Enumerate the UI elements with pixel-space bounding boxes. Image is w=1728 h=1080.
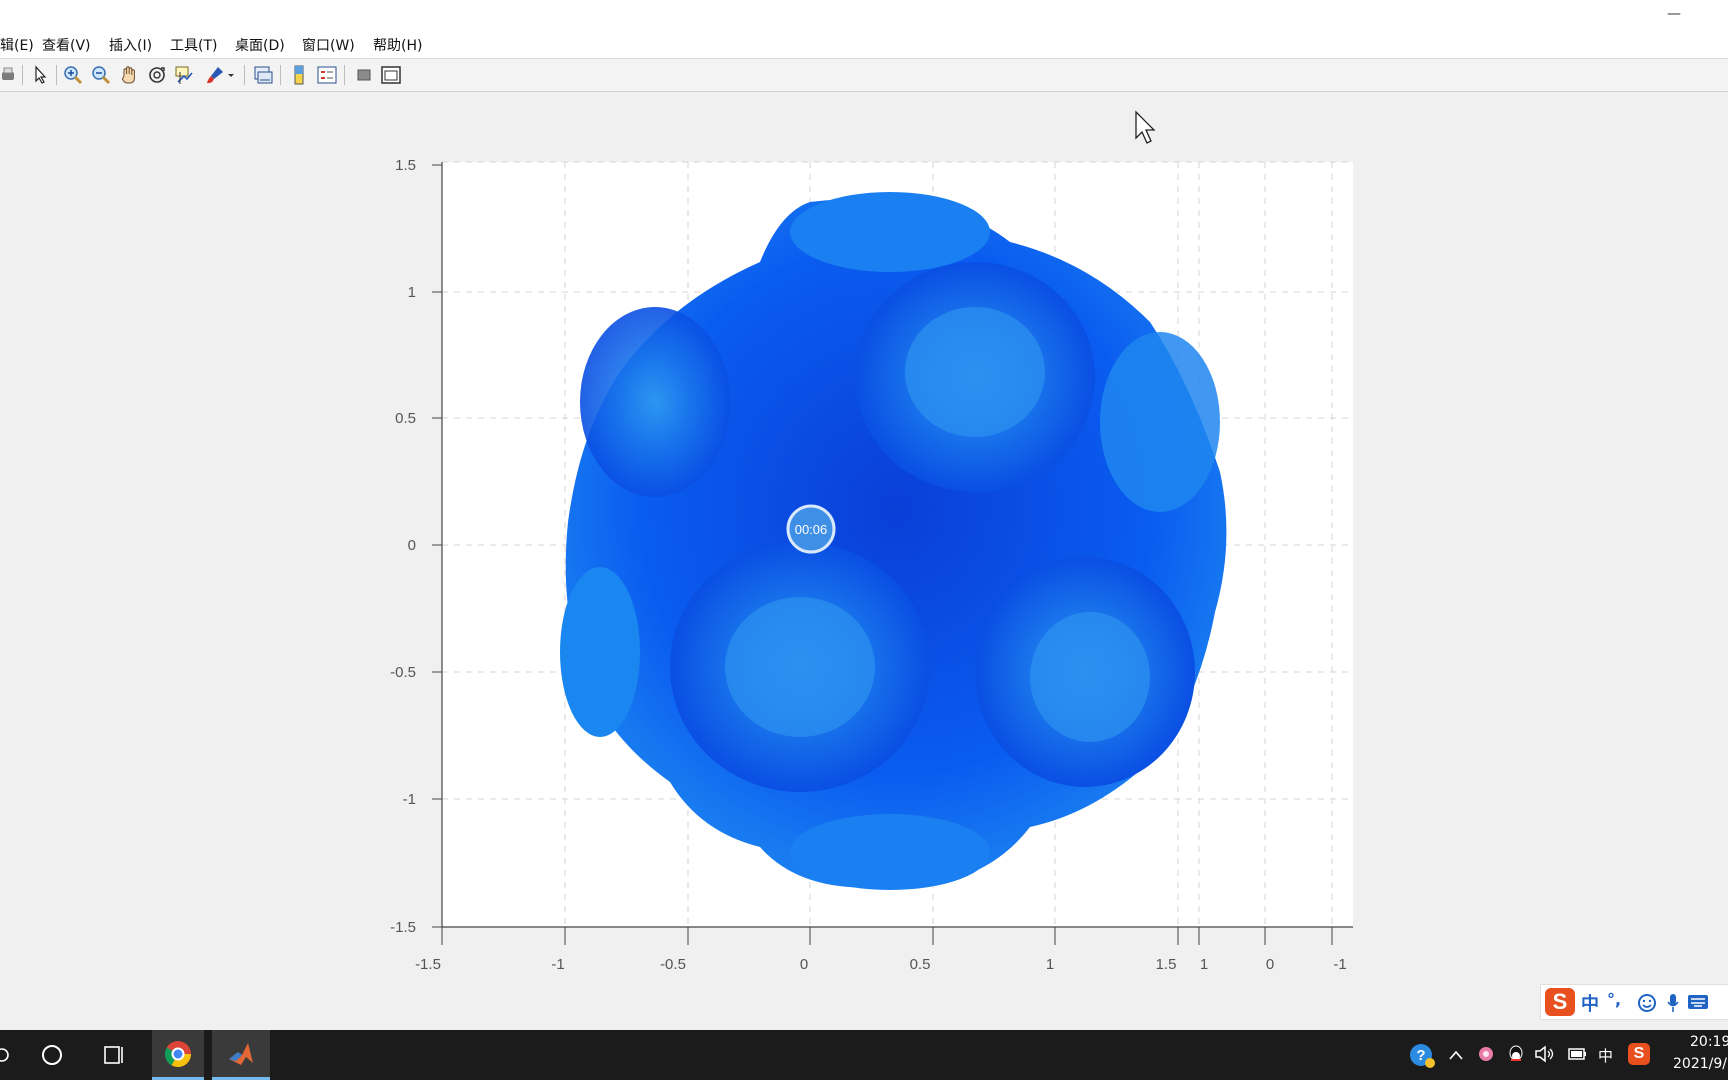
- zoom-out-icon[interactable]: [90, 64, 112, 86]
- chrome-icon: [164, 1040, 192, 1067]
- y-tick-label: -1.5: [390, 919, 416, 936]
- print-icon[interactable]: [0, 64, 22, 86]
- x-tick-label: -0.5: [660, 956, 686, 973]
- x-tick-label: 0.5: [910, 956, 931, 973]
- keyboard-icon[interactable]: [1687, 994, 1709, 1010]
- legend-icon[interactable]: [316, 64, 338, 86]
- toolbar-divider: [56, 65, 57, 85]
- emoji-icon[interactable]: [1637, 993, 1657, 1013]
- x-tick-label: 0: [1266, 956, 1274, 973]
- x-tick-label: -1.5: [415, 956, 441, 973]
- help-tray-icon[interactable]: ?: [1408, 1042, 1436, 1070]
- matlab-taskbar-button[interactable]: [212, 1030, 270, 1080]
- svg-text:?: ?: [1416, 1047, 1425, 1064]
- x-tick-label: 1.5: [1156, 956, 1177, 973]
- task-view-icon[interactable]: [98, 1030, 130, 1080]
- ime-language-indicator[interactable]: 中: [1598, 1045, 1613, 1066]
- menu-bar: 辑(E) 查看(V) 插入(I) 工具(T) 桌面(D) 窗口(W) 帮助(H): [0, 30, 1728, 59]
- flower-app-tray-icon[interactable]: [1476, 1044, 1496, 1064]
- show-plot-tools-icon[interactable]: [380, 64, 402, 86]
- toolbar-divider: [22, 65, 23, 85]
- data-cursor-icon[interactable]: [174, 64, 196, 86]
- taskbar: ? 中 S 20:19 2021/9/: [0, 1030, 1728, 1080]
- colorbar-icon[interactable]: [288, 64, 310, 86]
- brush-dropdown-icon[interactable]: [226, 64, 236, 86]
- volume-icon[interactable]: [1534, 1044, 1556, 1064]
- timer-text: 00:06: [795, 522, 828, 537]
- y-tick-label: 0.5: [395, 410, 416, 427]
- toolbar-divider: [244, 65, 245, 85]
- minimize-button[interactable]: —: [1663, 4, 1685, 24]
- brush-icon[interactable]: [204, 64, 226, 86]
- title-bar: —: [0, 0, 1728, 30]
- menu-view[interactable]: 查看(V): [42, 35, 91, 55]
- figure-toolbar: [0, 59, 1728, 92]
- y-tick-label: 0: [408, 537, 416, 554]
- recording-timer-badge[interactable]: 00:06: [786, 504, 836, 554]
- menu-edit[interactable]: 辑(E): [0, 35, 34, 55]
- toolbar-divider: [280, 65, 281, 85]
- qq-tray-icon[interactable]: [1506, 1044, 1526, 1064]
- ime-punctuation-mode[interactable]: °,: [1607, 990, 1621, 1009]
- matlab-icon: [229, 1042, 253, 1065]
- y-tick-label: -0.5: [390, 664, 416, 681]
- menu-window[interactable]: 窗口(W): [302, 35, 355, 55]
- x-tick-label: 1: [1200, 956, 1208, 973]
- menu-help[interactable]: 帮助(H): [373, 35, 422, 55]
- mouse-cursor-icon: [1135, 110, 1156, 144]
- search-circle-icon[interactable]: [36, 1030, 68, 1080]
- menu-desktop[interactable]: 桌面(D): [235, 35, 285, 55]
- y-axis-ticks: [432, 164, 442, 928]
- y-tick-label: 1: [408, 284, 416, 301]
- x-tick-label: 0: [800, 956, 808, 973]
- x-tick-label: -1: [551, 956, 564, 973]
- menu-tools[interactable]: 工具(T): [170, 35, 217, 55]
- x-tick-label: -1: [1333, 956, 1346, 973]
- y-tick-label: -1: [403, 791, 416, 808]
- ime-toolbar: S 中 °,: [1540, 984, 1728, 1020]
- zoom-in-icon[interactable]: [62, 64, 84, 86]
- sogou-tray-icon[interactable]: S: [1628, 1043, 1650, 1065]
- rotate-3d-icon[interactable]: [146, 64, 168, 86]
- x-tick-label: 1: [1046, 956, 1054, 973]
- microphone-icon[interactable]: [1665, 992, 1681, 1014]
- hide-plot-tools-icon[interactable]: [353, 64, 375, 86]
- clock-time[interactable]: 20:19: [1690, 1034, 1728, 1050]
- y-tick-label: 1.5: [395, 157, 416, 174]
- menu-insert[interactable]: 插入(I): [109, 35, 152, 55]
- chevron-up-icon[interactable]: [1448, 1048, 1464, 1062]
- chrome-taskbar-button[interactable]: [152, 1030, 204, 1080]
- pointer-icon[interactable]: [29, 64, 51, 86]
- battery-icon[interactable]: [1566, 1046, 1588, 1062]
- pan-hand-icon[interactable]: [118, 64, 140, 86]
- figure-canvas: 1.5 1 0.5 0 -0.5 -1 -1.5 -1.5 -1 -0.5 0 …: [0, 92, 1728, 1030]
- toolbar-divider: [344, 65, 345, 85]
- x-axis-ticks: [441, 927, 1333, 945]
- sogou-logo-icon[interactable]: S: [1545, 988, 1575, 1016]
- axes-plot[interactable]: 1.5 1 0.5 0 -0.5 -1 -1.5 -1.5 -1 -0.5 0 …: [0, 92, 1728, 1030]
- link-plot-icon[interactable]: [252, 64, 274, 86]
- ime-chinese-mode[interactable]: 中: [1581, 990, 1599, 1016]
- clock-date[interactable]: 2021/9/: [1673, 1056, 1727, 1072]
- start-edge-icon[interactable]: [0, 1030, 20, 1080]
